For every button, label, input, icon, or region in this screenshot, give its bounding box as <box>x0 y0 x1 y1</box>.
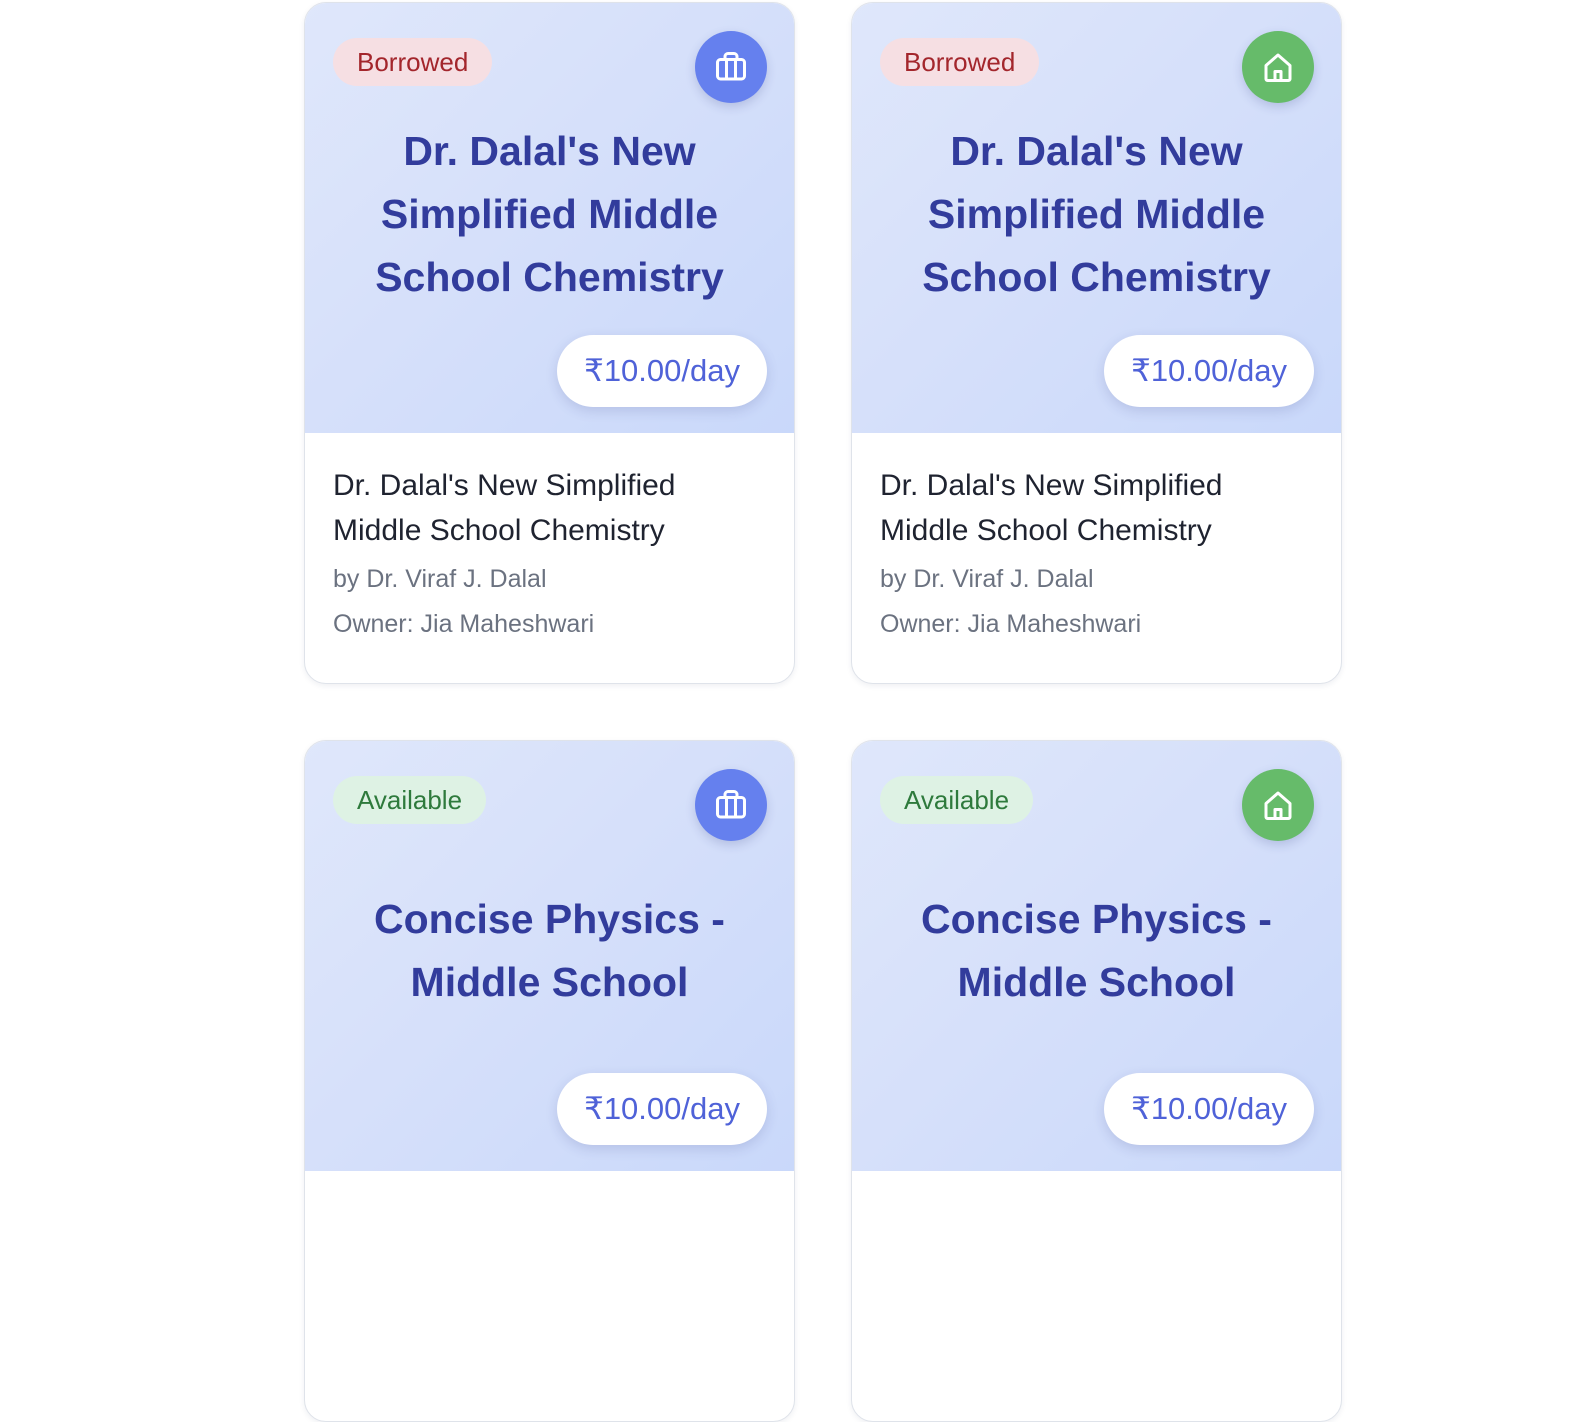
status-badge: Available <box>333 776 487 824</box>
status-badge: Available <box>880 776 1034 824</box>
cover-title: Concise Physics - Middle School <box>921 896 1272 1005</box>
book-cover: Available Concise Physics - Middle Schoo… <box>305 741 794 1171</box>
book-grid: Borrowed Dr. Dalal's New Simplified Midd… <box>304 2 1342 1422</box>
book-card[interactable]: Available Concise Physics - Middle Schoo… <box>304 740 795 1422</box>
status-badge: Borrowed <box>333 38 493 86</box>
book-card[interactable]: Available Concise Physics - Middle Schoo… <box>851 740 1342 1422</box>
briefcase-icon <box>695 769 767 841</box>
book-card[interactable]: Borrowed Dr. Dalal's New Simplified Midd… <box>851 2 1342 684</box>
book-info: Dr. Dalal's New Simplified Middle School… <box>305 433 794 647</box>
book-owner: Owner: Jia Maheshwari <box>333 610 595 638</box>
status-badge: Borrowed <box>880 38 1040 86</box>
book-author: by Dr. Viraf J. Dalal <box>333 565 547 593</box>
book-cover: Available Concise Physics - Middle Schoo… <box>852 741 1341 1171</box>
book-card[interactable]: Borrowed Dr. Dalal's New Simplified Midd… <box>304 2 795 684</box>
book-cover: Borrowed Dr. Dalal's New Simplified Midd… <box>305 3 794 433</box>
price-per-day: ₹10.00/day <box>1104 335 1314 407</box>
book-cover: Borrowed Dr. Dalal's New Simplified Midd… <box>852 3 1341 433</box>
book-author: by Dr. Viraf J. Dalal <box>880 565 1094 593</box>
cover-title: Dr. Dalal's New Simplified Middle School… <box>922 128 1271 300</box>
price-per-day: ₹10.00/day <box>1104 1073 1314 1145</box>
book-owner: Owner: Jia Maheshwari <box>880 610 1142 638</box>
price-per-day: ₹10.00/day <box>557 335 767 407</box>
book-info: Dr. Dalal's New Simplified Middle School… <box>852 433 1341 647</box>
home-icon <box>1242 31 1314 103</box>
briefcase-icon <box>695 31 767 103</box>
price-per-day: ₹10.00/day <box>557 1073 767 1145</box>
cover-title: Concise Physics - Middle School <box>374 896 725 1005</box>
book-title: Dr. Dalal's New Simplified Middle School… <box>333 469 676 547</box>
home-icon <box>1242 769 1314 841</box>
book-title: Dr. Dalal's New Simplified Middle School… <box>880 469 1223 547</box>
cover-title: Dr. Dalal's New Simplified Middle School… <box>375 128 724 300</box>
